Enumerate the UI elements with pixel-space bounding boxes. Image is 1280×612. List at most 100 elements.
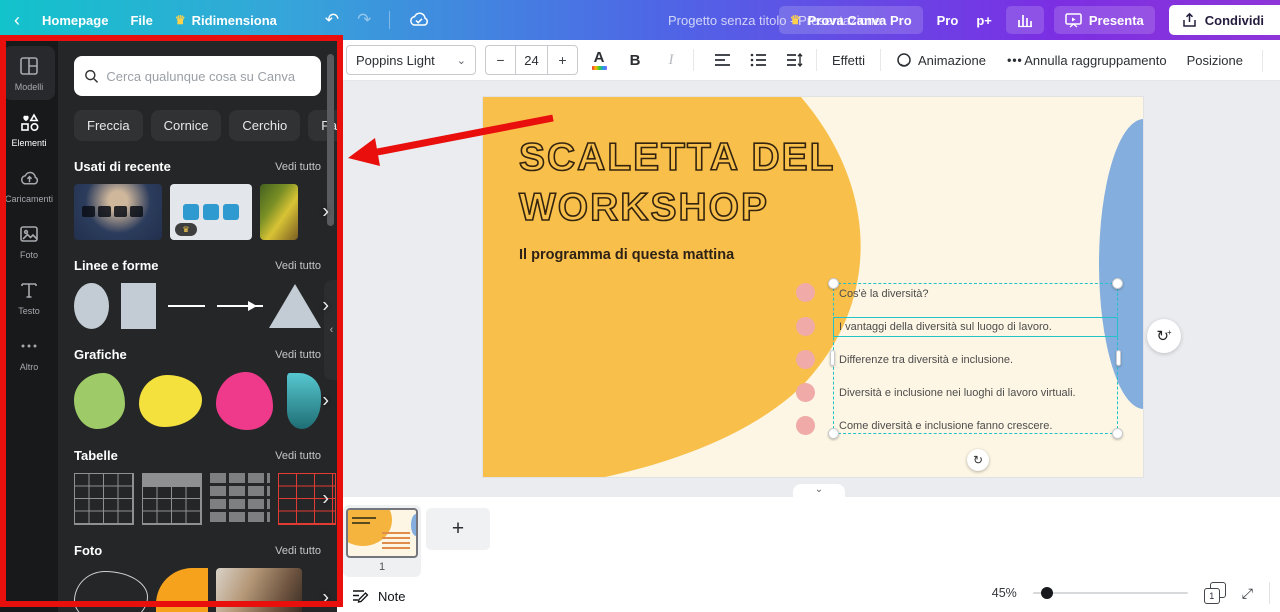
- bullet-list-button[interactable]: [743, 45, 773, 75]
- ungroup-button[interactable]: Annulla raggruppamento: [1016, 46, 1174, 76]
- chip-cornice[interactable]: Cornice: [151, 110, 222, 141]
- animation-label: Animazione: [918, 53, 986, 68]
- sidebar-item-elements[interactable]: Elementi: [3, 102, 55, 156]
- resize-handle-se[interactable]: [1112, 428, 1123, 439]
- undo-icon[interactable]: ↶: [325, 10, 339, 30]
- chevron-right-icon[interactable]: ›: [322, 295, 329, 318]
- slide-subtitle[interactable]: Il programma di questa mattina: [519, 247, 734, 263]
- bullet-item-3[interactable]: Differenze tra diversità e inclusione.: [839, 351, 1013, 369]
- slide-page[interactable]: SCALETTA DEL WORKSHOP Il programma di qu…: [483, 97, 1143, 477]
- homepage-link[interactable]: Homepage: [42, 13, 108, 28]
- resize-handle-ne[interactable]: [1112, 278, 1123, 289]
- graphic-blob-pink[interactable]: [216, 372, 273, 430]
- collapse-filmstrip-tab[interactable]: ⌄: [793, 484, 845, 498]
- line-spacing-button[interactable]: [779, 45, 809, 75]
- present-button[interactable]: Presenta: [1054, 6, 1155, 34]
- back-icon[interactable]: ‹: [14, 10, 20, 31]
- redo-icon[interactable]: ↷: [357, 10, 371, 30]
- notes-button[interactable]: Note: [352, 588, 405, 604]
- see-all-lines[interactable]: Vedi tutto: [275, 260, 321, 272]
- bullet-item-4[interactable]: Diversità e inclusione nei luoghi di lav…: [839, 384, 1076, 402]
- pink-dot[interactable]: [796, 350, 815, 369]
- try-pro-button[interactable]: ♛ Prova Canva Pro: [779, 6, 923, 34]
- animation-button[interactable]: Animazione: [888, 45, 994, 75]
- resize-menu[interactable]: ♛ Ridimensiona: [175, 13, 277, 28]
- add-page-button[interactable]: +: [426, 508, 490, 550]
- bullet-item-1[interactable]: Cos'è la diversità?: [839, 285, 929, 303]
- see-all-photos[interactable]: Vedi tutto: [275, 545, 321, 557]
- font-size-increase-button[interactable]: +: [548, 46, 577, 74]
- crown-icon: ♛: [175, 13, 186, 27]
- search-box[interactable]: [74, 56, 321, 96]
- bullet-item-2[interactable]: I vantaggi della diversità sul luogo di …: [839, 318, 1052, 336]
- recent-image-couple[interactable]: [260, 184, 298, 240]
- search-input[interactable]: [106, 69, 311, 84]
- chevron-right-icon[interactable]: ›: [322, 201, 329, 224]
- table-with-header[interactable]: [142, 473, 202, 525]
- regenerate-button[interactable]: ↻+: [1147, 319, 1181, 353]
- resize-handle-nw[interactable]: [828, 278, 839, 289]
- shape-line[interactable]: [168, 305, 205, 307]
- table-plain[interactable]: [74, 473, 134, 525]
- pink-dot[interactable]: [796, 383, 815, 402]
- see-all-recent[interactable]: Vedi tutto: [275, 161, 321, 173]
- position-button[interactable]: Posizione: [1179, 46, 1251, 76]
- graphic-blob-teal[interactable]: [287, 373, 321, 429]
- chevron-right-icon[interactable]: ›: [322, 587, 329, 610]
- file-menu[interactable]: File: [130, 13, 152, 28]
- sidebar-item-text[interactable]: Testo: [3, 270, 55, 324]
- font-family-select[interactable]: Poppins Light ⌄: [346, 45, 476, 75]
- graphic-blob-green[interactable]: [74, 373, 125, 429]
- pink-dot[interactable]: [796, 416, 815, 435]
- shape-triangle[interactable]: [269, 284, 321, 328]
- resize-handle-sw[interactable]: [828, 428, 839, 439]
- shape-square[interactable]: [121, 283, 156, 329]
- see-all-graphics[interactable]: Vedi tutto: [275, 349, 321, 361]
- rainbow-bar: [592, 66, 607, 70]
- pink-dot[interactable]: [796, 283, 815, 302]
- recent-image-keyboard[interactable]: ♛: [170, 184, 252, 240]
- resize-handle-w[interactable]: [830, 350, 835, 366]
- sidebar-item-photos[interactable]: Foto: [3, 214, 55, 268]
- pro-badge[interactable]: Pro: [933, 6, 963, 34]
- text-color-button[interactable]: A: [584, 45, 614, 75]
- pplus-badge[interactable]: p+: [972, 6, 996, 34]
- zoom-slider-knob[interactable]: [1041, 587, 1053, 599]
- shape-arrow[interactable]: [217, 300, 257, 312]
- sidebar-item-label: Foto: [20, 250, 38, 260]
- sidebar-item-more[interactable]: Altro: [3, 326, 55, 380]
- rotate-handle[interactable]: ↻: [967, 449, 989, 471]
- share-button[interactable]: Condividi: [1169, 5, 1280, 35]
- sidebar-item-uploads[interactable]: Caricamenti: [3, 158, 55, 212]
- effects-button[interactable]: Effetti: [824, 45, 873, 75]
- canvas-area[interactable]: SCALETTA DEL WORKSHOP Il programma di qu…: [337, 81, 1280, 497]
- page-thumbnail-1[interactable]: [346, 508, 418, 558]
- graphic-blob-yellow[interactable]: [139, 375, 202, 427]
- chevron-right-icon[interactable]: ›: [322, 390, 329, 413]
- bold-button[interactable]: B: [620, 45, 650, 75]
- shape-circle[interactable]: [74, 283, 109, 329]
- sidebar-item-templates[interactable]: Modelli: [3, 46, 55, 100]
- selected-text-group[interactable]: Cos'è la diversità? I vantaggi della div…: [833, 283, 1118, 434]
- grid-view-button[interactable]: 1: [1204, 582, 1226, 604]
- table-filled[interactable]: [210, 473, 270, 525]
- text-align-button[interactable]: [707, 45, 737, 75]
- photo-orange-shape[interactable]: [156, 568, 208, 612]
- insights-button[interactable]: [1006, 6, 1044, 34]
- pink-dot[interactable]: [796, 317, 815, 336]
- photo-room[interactable]: [216, 568, 302, 612]
- chevron-right-icon[interactable]: ›: [322, 488, 329, 511]
- bullet-item-5[interactable]: Come diversità e inclusione fanno cresce…: [839, 417, 1052, 435]
- zoom-slider[interactable]: [1033, 592, 1188, 594]
- chip-freccia[interactable]: Freccia: [74, 110, 143, 141]
- chip-cerchio[interactable]: Cerchio: [229, 110, 300, 141]
- fullscreen-icon[interactable]: ⤢: [1242, 585, 1253, 602]
- recent-image-businessman[interactable]: [74, 184, 162, 240]
- slide-title[interactable]: SCALETTA DEL WORKSHOP: [519, 133, 849, 233]
- italic-button[interactable]: I: [656, 45, 686, 75]
- font-size-value[interactable]: 24: [515, 46, 548, 74]
- resize-handle-e[interactable]: [1116, 350, 1121, 366]
- photo-outline-shape[interactable]: [74, 571, 148, 612]
- font-size-decrease-button[interactable]: −: [486, 46, 515, 74]
- see-all-tables[interactable]: Vedi tutto: [275, 450, 321, 462]
